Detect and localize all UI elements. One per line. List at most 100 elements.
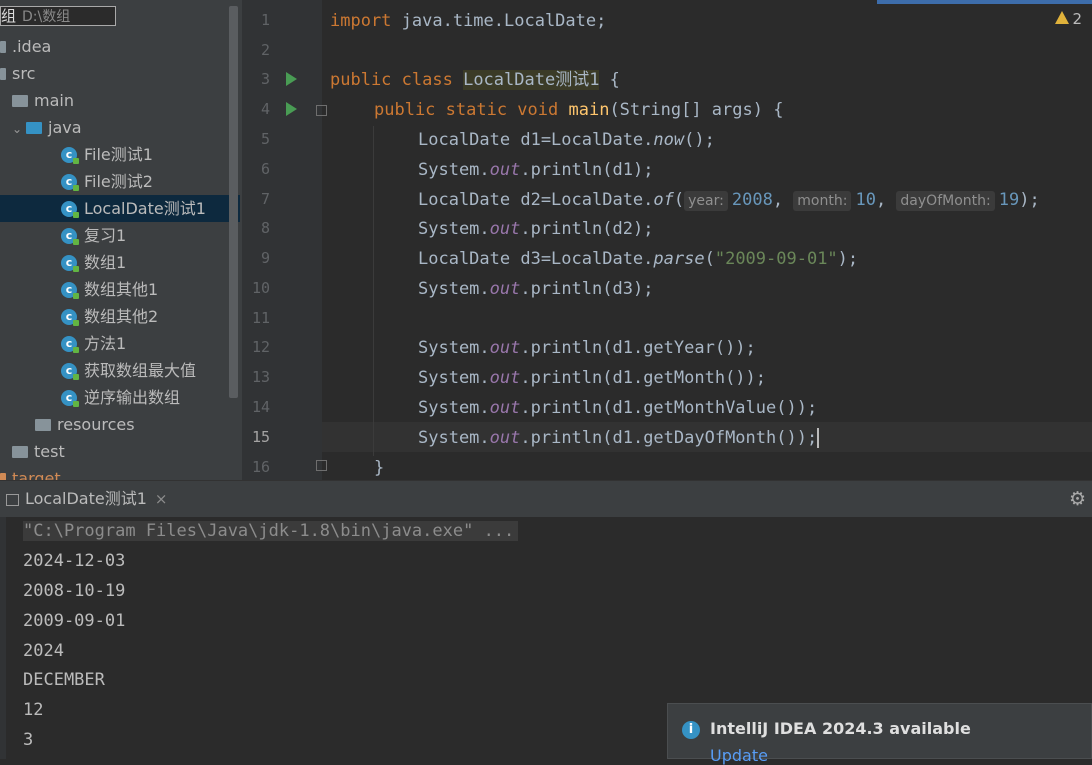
tree-item-array-other1[interactable]: c 数组其他1 (61, 276, 158, 303)
java-class-icon: c (61, 227, 79, 245)
tree-item-src[interactable]: src (0, 60, 35, 87)
folder-icon (0, 40, 6, 53)
project-root[interactable]: 组 D:\数组 (0, 6, 116, 26)
param-hint-day: dayOfMonth: (896, 191, 995, 211)
warning-count: 2 (1072, 10, 1082, 28)
folder-icon (0, 67, 6, 80)
tree-item-idea[interactable]: .idea (0, 33, 51, 60)
run-tab[interactable]: LocalDate测试1 × (0, 481, 167, 517)
console-gutter (0, 517, 6, 759)
gear-icon[interactable]: ⚙ (1069, 488, 1086, 510)
warning-icon (1055, 11, 1070, 24)
line-number: 12 (251, 338, 270, 356)
tree-scrollbar[interactable] (229, 6, 238, 398)
java-class-icon: c (61, 335, 79, 353)
tree-item-main[interactable]: main (12, 87, 74, 114)
java-class-icon: c (61, 281, 79, 299)
tree-item-java[interactable]: ⌄ java (12, 114, 82, 141)
line-number: 6 (260, 160, 270, 178)
line-number: 1 (260, 11, 270, 29)
text-caret (817, 428, 820, 448)
close-icon[interactable]: × (155, 490, 168, 508)
resources-folder-icon (35, 418, 51, 431)
folder-icon (12, 94, 28, 107)
fold-icon[interactable] (316, 460, 327, 471)
java-class-icon: c (61, 308, 79, 326)
line-number-current: 15 (251, 428, 270, 446)
update-link[interactable]: Update (710, 746, 768, 765)
code-line-9: LocalDate d3=LocalDate.parse("2009-09-01… (418, 249, 859, 269)
tree-item-target[interactable]: target (0, 465, 61, 480)
code-line-13: System.out.println(d1.getMonth()); (418, 368, 767, 388)
tree-item-label: 方法1 (84, 334, 127, 353)
java-class-icon: c (61, 173, 79, 191)
project-root-label: 组 (1, 7, 17, 25)
tree-item-label: test (34, 442, 65, 461)
tree-item-label: 数组其他2 (84, 307, 159, 326)
tree-item-file1[interactable]: c File测试1 (61, 141, 153, 168)
java-class-icon: c (61, 200, 79, 218)
tree-item-reverse-array[interactable]: c 逆序输出数组 (61, 384, 180, 411)
run-toolbar: LocalDate测试1 × ⚙ (0, 480, 1092, 517)
tree-item-review1[interactable]: c 复习1 (61, 222, 126, 249)
line-number: 3 (260, 70, 270, 88)
line-number: 8 (260, 219, 270, 237)
code-editor[interactable]: 1 2 3 4 5 6 7 8 9 10 11 12 13 14 15 16 2… (242, 0, 1092, 480)
folder-icon (12, 445, 28, 458)
console-output-line: 3 (23, 730, 34, 750)
line-number: 2 (260, 41, 270, 59)
line-number: 11 (251, 309, 270, 327)
tree-item-array-max[interactable]: c 获取数组最大值 (61, 357, 196, 384)
tree-item-test[interactable]: test (12, 438, 65, 465)
inspection-widget[interactable]: 2 (1055, 10, 1082, 28)
run-main-icon[interactable] (286, 102, 297, 116)
line-number: 16 (251, 458, 270, 476)
console-output-line: 12 (23, 700, 44, 720)
param-hint-year: year: (684, 191, 728, 211)
tree-item-label: File测试1 (84, 145, 153, 164)
code-line-5: LocalDate d1=LocalDate.now(); (418, 130, 715, 150)
tree-item-label: main (34, 91, 74, 110)
source-folder-icon (26, 121, 42, 134)
code-line-10: System.out.println(d3); (418, 279, 654, 299)
chevron-down-icon[interactable]: ⌄ (12, 116, 26, 143)
console-command: "C:\Program Files\Java\jdk-1.8\bin\java.… (23, 521, 519, 541)
tree-item-label: 复习1 (84, 226, 127, 245)
tree-item-label: 数组1 (84, 253, 127, 272)
java-class-icon: c (61, 389, 79, 407)
code-line-3: public class LocalDate测试1 { (330, 70, 620, 90)
tree-item-label: src (12, 64, 36, 83)
tree-item-label: LocalDate测试1 (84, 199, 206, 218)
tree-item-localdate-selected[interactable]: c LocalDate测试1 (0, 195, 240, 222)
line-number: 7 (260, 190, 270, 208)
tree-item-resources[interactable]: resources (35, 411, 135, 438)
run-class-icon[interactable] (286, 72, 297, 86)
line-number: 10 (251, 279, 270, 297)
code-line-8: System.out.println(d2); (418, 219, 654, 239)
tree-item-label: resources (57, 415, 135, 434)
line-number: 4 (260, 100, 270, 118)
java-class-icon: c (61, 362, 79, 380)
line-number: 14 (251, 398, 270, 416)
tree-item-label: target (12, 469, 61, 480)
editor-tab-indicator (877, 0, 1092, 4)
tree-item-label: 逆序输出数组 (84, 388, 181, 407)
tree-item-array1[interactable]: c 数组1 (61, 249, 126, 276)
param-hint-month: month: (793, 191, 852, 211)
line-number: 5 (260, 130, 270, 148)
notification-title: IntelliJ IDEA 2024.3 available (710, 719, 971, 738)
java-class-icon: c (61, 254, 79, 272)
code-line-6: System.out.println(d1); (418, 160, 654, 180)
run-tab-label: LocalDate测试1 (25, 489, 147, 508)
tree-item-method1[interactable]: c 方法1 (61, 330, 126, 357)
indent-guide (373, 126, 374, 456)
fold-icon[interactable] (316, 105, 327, 116)
tree-item-file2[interactable]: c File测试2 (61, 168, 153, 195)
line-number: 9 (260, 249, 270, 267)
code-line-14: System.out.println(d1.getMonthValue()); (418, 398, 818, 418)
code-line-15: System.out.println(d1.getDayOfMonth()); (418, 428, 820, 448)
console-output-line: 2024 (23, 641, 64, 661)
console-output-line: 2024-12-03 (23, 551, 126, 571)
console-output-line: 2009-09-01 (23, 611, 126, 631)
tree-item-array-other2[interactable]: c 数组其他2 (61, 303, 158, 330)
